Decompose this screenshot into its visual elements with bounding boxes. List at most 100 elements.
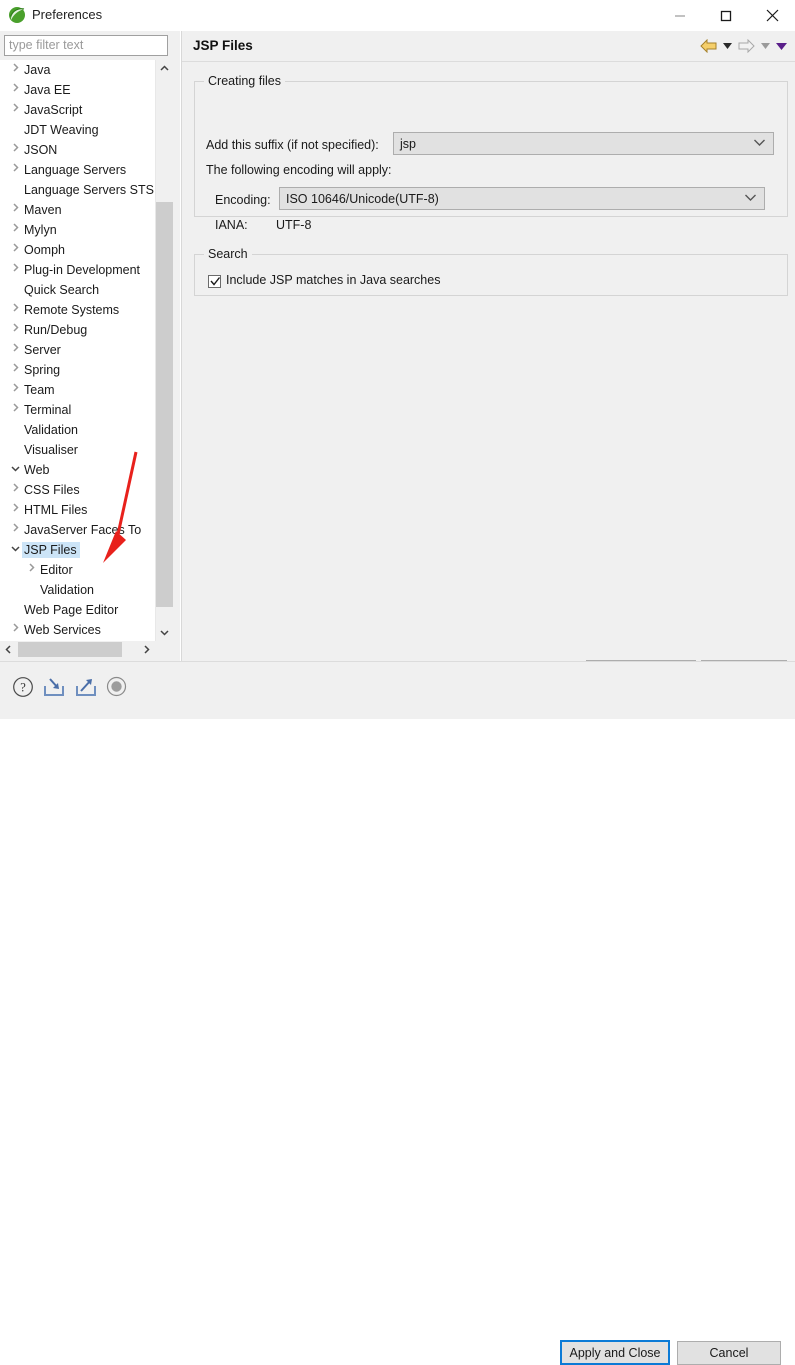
sidebar-item-server[interactable]: Server (0, 340, 155, 360)
sidebar-item-java[interactable]: Java (0, 60, 155, 80)
sidebar-item-validation[interactable]: Validation (0, 420, 155, 440)
sidebar-item-jdt-weaving[interactable]: JDT Weaving (0, 120, 155, 140)
tree-horizontal-scrollbar[interactable] (0, 641, 172, 658)
sidebar-item-javaserver-faces-to[interactable]: JavaServer Faces To (0, 520, 155, 540)
chevron-right-icon[interactable] (8, 80, 22, 100)
tree-spacer (24, 580, 38, 600)
page-body: Creating files Add this suffix (if not s… (182, 62, 795, 661)
chevron-right-icon[interactable] (8, 200, 22, 220)
sidebar-item-plug-in-development[interactable]: Plug-in Development (0, 260, 155, 280)
sidebar-item-visualiser[interactable]: Visualiser (0, 440, 155, 460)
minimize-icon[interactable] (657, 0, 703, 31)
chevron-right-icon[interactable] (8, 60, 22, 80)
chevron-right-icon[interactable] (8, 380, 22, 400)
chevron-right-icon[interactable] (8, 160, 22, 180)
sidebar-item-label: Web Services (22, 622, 104, 638)
chevron-down-icon[interactable] (8, 540, 22, 560)
chevron-right-icon[interactable] (8, 140, 22, 160)
record-circle-icon[interactable] (106, 676, 127, 700)
sidebar-item-label: Validation (38, 582, 97, 598)
cancel-button[interactable]: Cancel (677, 1341, 781, 1365)
caret-down-purple-icon[interactable] (774, 37, 788, 55)
dialog-footer: ? Apply and Close Cancel (0, 661, 795, 719)
chevron-right-icon[interactable] (8, 320, 22, 340)
chevron-down-icon[interactable] (8, 460, 22, 480)
sidebar-item-remote-systems[interactable]: Remote Systems (0, 300, 155, 320)
sidebar-item-spring[interactable]: Spring (0, 360, 155, 380)
sidebar-item-json[interactable]: JSON (0, 140, 155, 160)
filter-input[interactable]: type filter text (4, 35, 168, 56)
sidebar-item-team[interactable]: Team (0, 380, 155, 400)
window-controls (657, 0, 795, 31)
tree-hscrollbar-thumb[interactable] (18, 642, 122, 657)
tree-vertical-scrollbar[interactable] (155, 60, 173, 641)
chevron-right-icon[interactable] (138, 641, 155, 658)
chevron-up-icon[interactable] (156, 60, 173, 77)
sidebar-item-jsp-files[interactable]: JSP Files (0, 540, 155, 560)
export-icon[interactable] (74, 676, 98, 701)
chevron-right-icon[interactable] (8, 500, 22, 520)
maximize-icon[interactable] (703, 0, 749, 31)
sidebar-item-quick-search[interactable]: Quick Search (0, 280, 155, 300)
tree-scrollbar-thumb[interactable] (156, 202, 173, 607)
encoding-combo[interactable]: ISO 10646/Unicode(UTF-8) (279, 187, 765, 210)
iana-value: UTF-8 (276, 218, 311, 232)
chevron-right-icon[interactable] (8, 520, 22, 540)
encoding-intro-label: The following encoding will apply: (206, 163, 392, 177)
sidebar-item-language-servers-sts[interactable]: Language Servers STS (0, 180, 155, 200)
sidebar-item-terminal[interactable]: Terminal (0, 400, 155, 420)
forward-arrow-icon (736, 37, 756, 55)
sidebar-item-oomph[interactable]: Oomph (0, 240, 155, 260)
sidebar-item-javascript[interactable]: JavaScript (0, 100, 155, 120)
sidebar-item-mylyn[interactable]: Mylyn (0, 220, 155, 240)
chevron-left-icon[interactable] (0, 641, 17, 658)
sidebar-item-java-ee[interactable]: Java EE (0, 80, 155, 100)
suffix-combo[interactable]: jsp (393, 132, 774, 155)
close-icon[interactable] (749, 0, 795, 31)
back-arrow-icon[interactable] (698, 37, 718, 55)
sidebar-item-web-page-editor[interactable]: Web Page Editor (0, 600, 155, 620)
chevron-right-icon[interactable] (8, 360, 22, 380)
encoding-label: Encoding: (215, 193, 271, 207)
sidebar-item-label: Java EE (22, 82, 74, 98)
preferences-page: JSP Files C (181, 31, 795, 661)
sidebar-item-html-files[interactable]: HTML Files (0, 500, 155, 520)
chevron-right-icon[interactable] (8, 220, 22, 240)
tree-spacer (8, 280, 22, 300)
chevron-down-icon (754, 138, 765, 149)
sidebar-item-label: Spring (22, 362, 63, 378)
chevron-right-icon[interactable] (8, 400, 22, 420)
sidebar-item-editor[interactable]: Editor (0, 560, 155, 580)
chevron-right-icon[interactable] (8, 240, 22, 260)
preferences-sidebar: type filter text Java Java EE JavaScriptJD… (0, 31, 180, 661)
sidebar-item-label: Language Servers STS (22, 182, 155, 198)
sidebar-item-validation[interactable]: Validation (0, 580, 155, 600)
sidebar-item-css-files[interactable]: CSS Files (0, 480, 155, 500)
chevron-down-icon[interactable] (156, 624, 173, 641)
sidebar-item-label: Validation (22, 422, 81, 438)
chevron-right-icon[interactable] (8, 100, 22, 120)
import-icon[interactable] (42, 676, 66, 701)
preferences-tree[interactable]: JavaJava EEJavaScriptJDT WeavingJSONLang… (0, 60, 155, 641)
help-question-icon[interactable]: ? (12, 676, 34, 701)
apply-and-close-button[interactable]: Apply and Close (560, 1340, 670, 1365)
chevron-right-icon[interactable] (8, 300, 22, 320)
sidebar-item-label: Web (22, 462, 52, 478)
sidebar-item-run-debug[interactable]: Run/Debug (0, 320, 155, 340)
sidebar-item-web[interactable]: Web (0, 460, 155, 480)
sidebar-item-label: JSP Files (22, 542, 80, 558)
sidebar-item-language-servers[interactable]: Language Servers (0, 160, 155, 180)
sidebar-item-maven[interactable]: Maven (0, 200, 155, 220)
chevron-right-icon[interactable] (8, 260, 22, 280)
chevron-right-icon[interactable] (24, 560, 38, 580)
chevron-right-icon[interactable] (8, 340, 22, 360)
include-jsp-matches-checkbox[interactable] (208, 275, 221, 288)
caret-down-icon[interactable] (720, 37, 734, 55)
sidebar-item-label: Server (22, 342, 64, 358)
chevron-right-icon[interactable] (8, 620, 22, 640)
chevron-right-icon[interactable] (8, 480, 22, 500)
sidebar-item-web-services[interactable]: Web Services (0, 620, 155, 640)
page-header: JSP Files (182, 31, 795, 62)
sidebar-item-label: Editor (38, 562, 76, 578)
sidebar-item-label: Visualiser (22, 442, 81, 458)
